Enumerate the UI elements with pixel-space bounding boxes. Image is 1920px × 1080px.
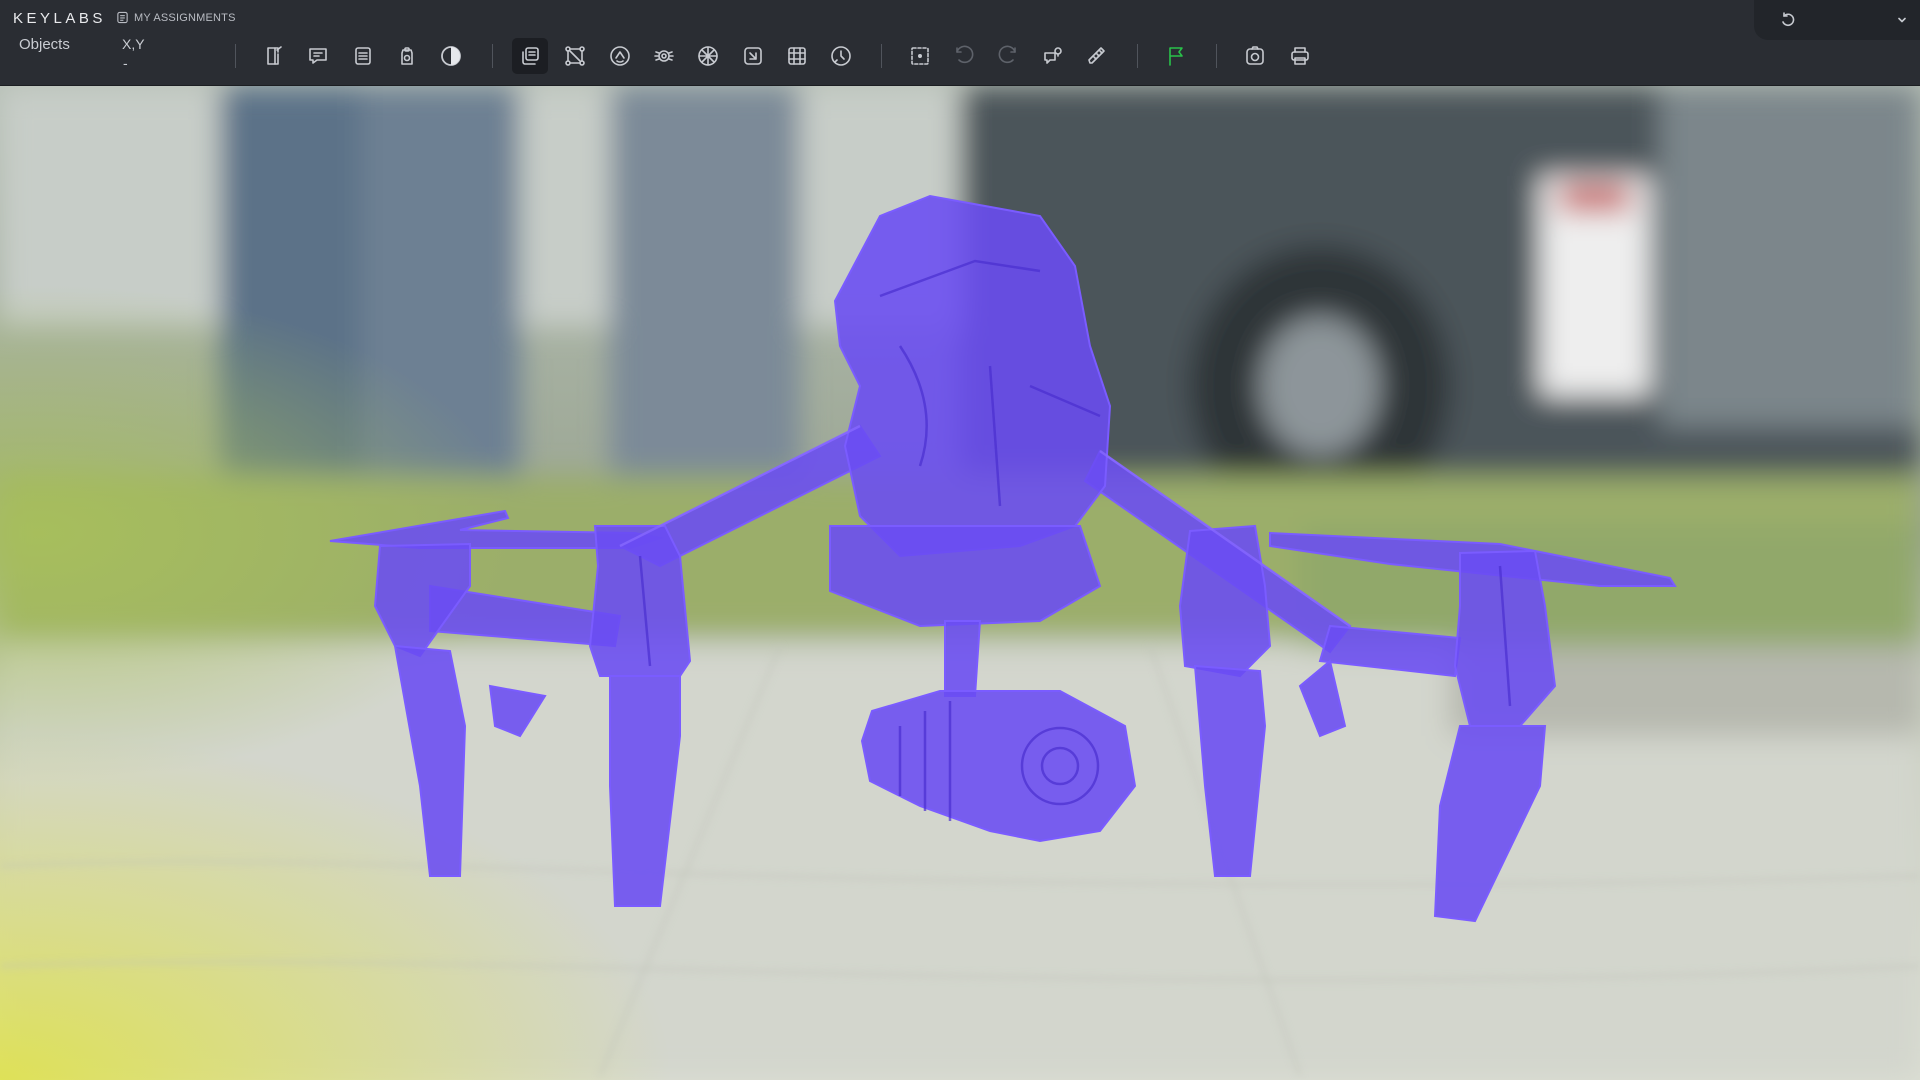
list-button[interactable] xyxy=(345,38,381,74)
new-document-button[interactable] xyxy=(256,38,292,74)
pattern-icon xyxy=(698,46,718,66)
flag-icon xyxy=(1169,47,1183,66)
polygon-points-button[interactable] xyxy=(557,38,593,74)
comments-button[interactable] xyxy=(300,38,336,74)
grid-icon xyxy=(788,47,806,65)
toolbar-divider xyxy=(492,44,493,68)
print-button[interactable] xyxy=(1282,38,1318,74)
polygon-points-icon xyxy=(565,46,585,66)
ruler-button[interactable] xyxy=(1079,38,1115,74)
clipboard-icon xyxy=(401,47,413,65)
contrast-icon xyxy=(441,46,461,66)
my-assignments-link[interactable]: MY ASSIGNMENTS xyxy=(116,11,236,24)
camera-button[interactable] xyxy=(1237,38,1273,74)
history-panel xyxy=(1754,0,1920,40)
transform-icon xyxy=(744,47,762,65)
contrast-button[interactable] xyxy=(433,38,469,74)
toolbar-divider xyxy=(881,44,882,68)
map-pin-button[interactable] xyxy=(1035,38,1071,74)
brand-logo: KEYLABS xyxy=(13,10,106,27)
layers-button[interactable] xyxy=(646,38,682,74)
rotate-button[interactable] xyxy=(823,38,859,74)
map-pin-icon xyxy=(1044,47,1062,64)
objects-label: Objects xyxy=(19,36,70,53)
coordinate-value: - xyxy=(123,55,128,71)
undo-icon xyxy=(956,45,974,64)
redo-icon xyxy=(998,45,1016,64)
coordinate-label: X,Y xyxy=(122,36,145,52)
layers-icon xyxy=(654,50,674,62)
undo-button[interactable] xyxy=(946,38,982,74)
toolbar-divider xyxy=(1216,44,1217,68)
circle-select-button[interactable] xyxy=(602,38,638,74)
annotated-image[interactable] xyxy=(0,86,1920,1080)
my-assignments-label: MY ASSIGNMENTS xyxy=(134,11,236,24)
selection-box-button[interactable] xyxy=(902,38,938,74)
copy-layers-button[interactable] xyxy=(512,38,548,74)
camera-icon xyxy=(1246,46,1264,65)
document-icon xyxy=(117,11,128,24)
ruler-icon xyxy=(1088,47,1105,64)
clipboard-button[interactable] xyxy=(389,38,425,74)
flag-button[interactable] xyxy=(1158,38,1194,74)
rotate-icon xyxy=(831,46,851,66)
selection-box-icon xyxy=(911,47,929,65)
image-canvas[interactable] xyxy=(0,86,1920,1080)
copy-layers-icon xyxy=(522,47,539,65)
toolbar-divider xyxy=(235,44,236,68)
grid-button[interactable] xyxy=(779,38,815,74)
annotation-app: KEYLABS MY ASSIGNMENTS Objects X,Y - xyxy=(0,0,1920,1080)
list-icon xyxy=(355,47,371,65)
pattern-button[interactable] xyxy=(690,38,726,74)
history-icon[interactable] xyxy=(1780,12,1796,28)
comments-icon xyxy=(309,48,327,64)
transform-button[interactable] xyxy=(735,38,771,74)
chevron-down-icon[interactable] xyxy=(1896,14,1908,26)
new-document-icon xyxy=(267,46,282,65)
toolbar-divider xyxy=(1137,44,1138,68)
redo-button[interactable] xyxy=(990,38,1026,74)
print-icon xyxy=(1291,47,1309,65)
top-toolbar: KEYLABS MY ASSIGNMENTS Objects X,Y - xyxy=(0,0,1920,86)
circle-select-icon xyxy=(610,46,630,66)
